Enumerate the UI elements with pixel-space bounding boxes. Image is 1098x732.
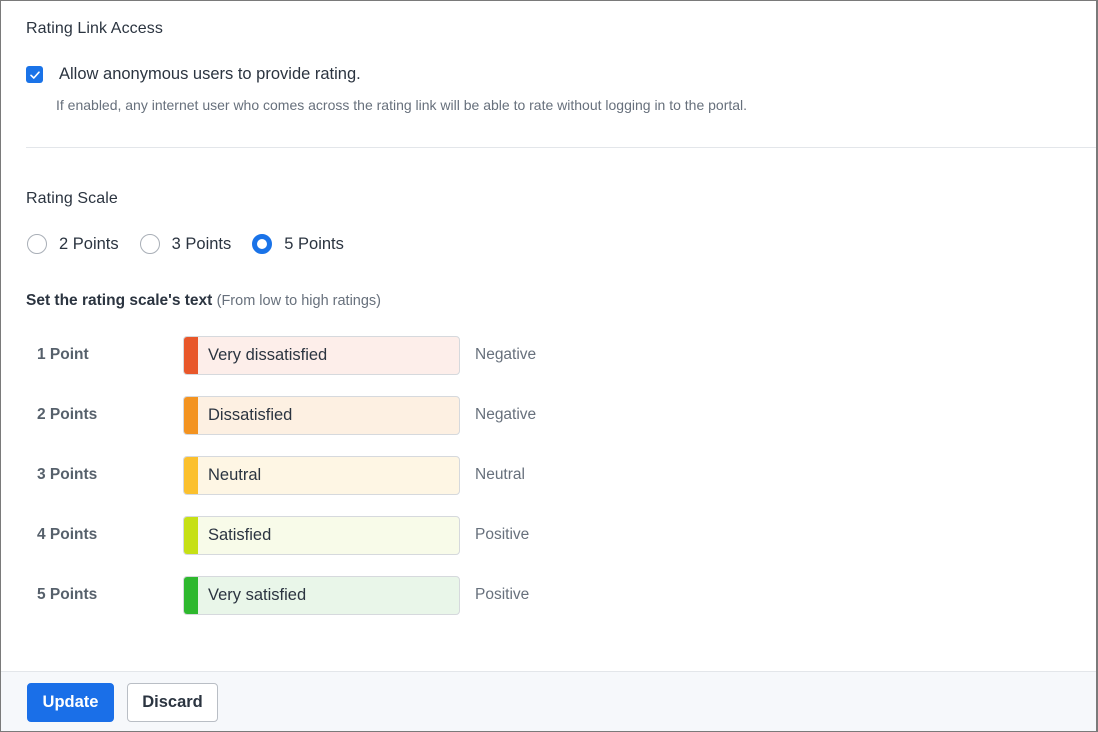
scale-row-label: 2 Points: [37, 406, 98, 423]
scale-text-value[interactable]: Neutral: [208, 466, 261, 485]
rating-scale-radio-group: 2 Points 3 Points 5 Points: [27, 234, 365, 254]
radio-label[interactable]: 5 Points: [284, 235, 344, 254]
radio-option-2-points[interactable]: 2 Points: [27, 234, 119, 254]
anonymous-rating-option[interactable]: Allow anonymous users to provide rating.: [26, 65, 361, 84]
color-swatch: [184, 397, 198, 434]
anonymous-rating-checkbox[interactable]: [26, 66, 43, 83]
scale-row-label: 4 Points: [37, 526, 98, 543]
radio-option-3-points[interactable]: 3 Points: [139, 234, 232, 254]
rating-scale-title: Rating Scale: [26, 190, 118, 207]
radio-button-selected[interactable]: [252, 234, 273, 254]
scale-text-value[interactable]: Very dissatisfied: [208, 346, 327, 365]
color-swatch: [184, 337, 198, 374]
scale-text-heading: Set the rating scale's text: [26, 292, 213, 309]
radio-button[interactable]: [139, 234, 160, 254]
scale-text-value[interactable]: Satisfied: [208, 526, 271, 545]
radio-button[interactable]: [27, 234, 47, 254]
scale-row-label: 1 Point: [37, 346, 89, 363]
anonymous-rating-label[interactable]: Allow anonymous users to provide rating.: [59, 65, 361, 84]
radio-label[interactable]: 3 Points: [172, 235, 232, 254]
scale-text-title: Set the rating scale's text (From low to…: [26, 292, 381, 310]
rating-link-access-title: Rating Link Access: [26, 20, 163, 37]
sentiment-label: Negative: [475, 346, 537, 363]
scale-row: 3 Points Neutral Neutral: [1, 456, 701, 495]
sentiment-label: Positive: [475, 526, 530, 543]
color-swatch: [184, 517, 198, 554]
footer-bar: Update Discard: [1, 671, 1096, 731]
color-swatch: [184, 457, 198, 494]
scale-text-input[interactable]: Satisfied: [183, 516, 460, 555]
section-divider: [26, 147, 1096, 148]
discard-button[interactable]: Discard: [127, 683, 218, 722]
scale-text-input[interactable]: Neutral: [183, 456, 460, 495]
scale-row-label: 5 Points: [37, 586, 98, 603]
checkmark-icon: [29, 70, 40, 79]
scale-text-input[interactable]: Dissatisfied: [183, 396, 460, 435]
scale-row: 2 Points Dissatisfied Negative: [1, 396, 701, 435]
scale-row-label: 3 Points: [37, 466, 98, 483]
radio-option-5-points[interactable]: 5 Points: [252, 234, 344, 254]
scale-text-value[interactable]: Very satisfied: [208, 586, 306, 605]
radio-label[interactable]: 2 Points: [59, 235, 119, 254]
scale-text-value[interactable]: Dissatisfied: [208, 406, 292, 425]
anonymous-rating-hint: If enabled, any internet user who comes …: [56, 97, 748, 113]
scale-row: 5 Points Very satisfied Positive: [1, 576, 701, 615]
sentiment-label: Positive: [475, 586, 530, 603]
scale-text-input[interactable]: Very satisfied: [183, 576, 460, 615]
scale-text-input[interactable]: Very dissatisfied: [183, 336, 460, 375]
sentiment-label: Negative: [475, 406, 537, 423]
color-swatch: [184, 577, 198, 614]
scale-row: 4 Points Satisfied Positive: [1, 516, 701, 555]
sentiment-label: Neutral: [475, 466, 525, 483]
rating-settings-panel: Rating Link Access Allow anonymous users…: [0, 0, 1098, 732]
scale-row: 1 Point Very dissatisfied Negative: [1, 336, 701, 375]
scale-text-subtitle: (From low to high ratings): [216, 293, 382, 309]
update-button[interactable]: Update: [27, 683, 114, 722]
